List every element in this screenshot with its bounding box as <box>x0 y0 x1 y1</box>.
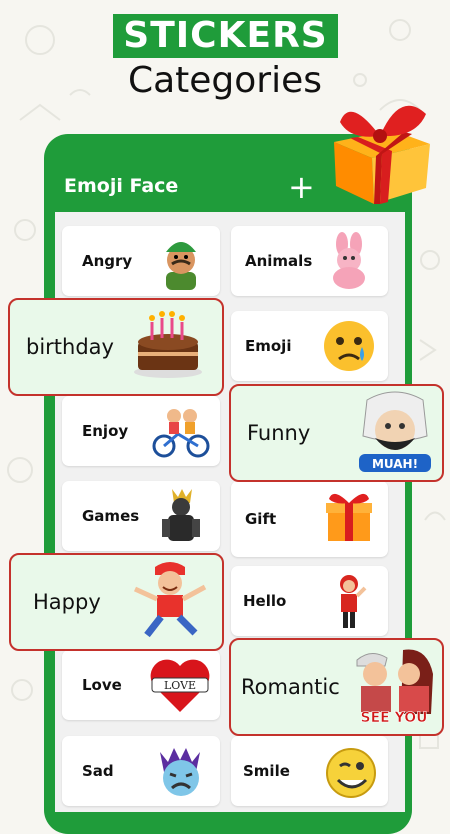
category-label: Angry <box>82 252 133 270</box>
category-label: Hello <box>243 592 287 610</box>
category-label: birthday <box>26 335 114 359</box>
category-label: Gift <box>245 510 277 528</box>
category-card-romantic[interactable]: Romantic SEE YOU <box>229 638 444 736</box>
waving-girl-sticker-icon <box>320 572 378 630</box>
romantic-couple-sticker-icon: SEE YOU <box>349 646 439 728</box>
category-label: Sad <box>82 762 114 780</box>
crying-emoji-sticker-icon <box>320 317 378 375</box>
gamer-soldier-sticker-icon <box>152 487 210 545</box>
category-card-gift[interactable]: Gift <box>231 481 388 557</box>
category-label: Happy <box>33 590 101 614</box>
category-card-birthday[interactable]: birthday <box>8 298 224 396</box>
happy-boy-sticker-icon <box>127 559 213 643</box>
category-card-enjoy[interactable]: Enjoy <box>62 396 220 466</box>
add-icon[interactable]: + <box>288 168 315 206</box>
category-label: Games <box>82 507 140 525</box>
category-card-hello[interactable]: Hello <box>231 566 388 636</box>
category-card-angry[interactable]: Angry <box>62 226 220 296</box>
appbar-title: Emoji Face <box>64 175 179 197</box>
category-card-games[interactable]: Games <box>62 481 220 551</box>
category-label: Funny <box>247 421 311 445</box>
funny-kiss-sticker-icon: MUAH! <box>353 390 437 476</box>
category-card-sad[interactable]: Sad <box>62 736 220 806</box>
winking-smiley-sticker-icon <box>320 742 378 800</box>
love-heart-sticker-icon: LOVE <box>148 656 212 714</box>
love-sticker-text: LOVE <box>164 679 196 692</box>
page-title: Categories <box>127 60 323 101</box>
angry-sticker-icon <box>152 232 210 290</box>
category-card-smile[interactable]: Smile <box>231 736 388 806</box>
category-label: Love <box>82 676 122 694</box>
category-card-emoji[interactable]: Emoji <box>231 311 388 381</box>
category-label: Enjoy <box>82 422 129 440</box>
sad-face-sticker-icon <box>152 742 210 800</box>
category-label: Romantic <box>241 675 340 699</box>
gift-sticker-icon <box>320 487 378 545</box>
birthday-cake-sticker-icon <box>130 308 206 380</box>
category-card-happy[interactable]: Happy <box>9 553 224 651</box>
romantic-sticker-text: SEE YOU <box>361 710 428 726</box>
bicycle-kids-sticker-icon <box>152 402 210 460</box>
pink-bunny-sticker-icon <box>320 232 378 290</box>
funny-sticker-text: MUAH! <box>372 457 418 471</box>
category-card-animals[interactable]: Animals <box>231 226 388 296</box>
category-card-funny[interactable]: Funny MUAH! <box>229 384 444 482</box>
stickers-banner: STICKERS <box>113 14 338 58</box>
category-card-love[interactable]: Love LOVE <box>62 650 220 720</box>
gift-box-icon <box>322 96 438 208</box>
category-label: Animals <box>245 252 313 270</box>
category-label: Emoji <box>245 337 292 355</box>
category-label: Smile <box>243 762 290 780</box>
